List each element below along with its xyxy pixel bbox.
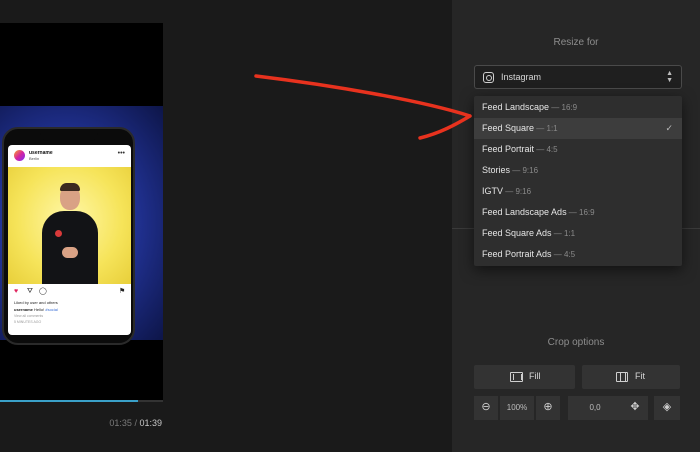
caption-tag: #social — [45, 307, 58, 312]
option-label: Feed Landscape — 16:9 — [482, 102, 577, 112]
option-name: Feed Portrait Ads — [482, 249, 552, 259]
person-hand — [62, 247, 78, 258]
format-dropdown[interactable]: Feed Landscape — 16:9 Feed Square — 1:1 ✓ F… — [474, 96, 682, 266]
option-name: Feed Square Ads — [482, 228, 552, 238]
divider — [682, 228, 700, 229]
option-ratio: — 16:9 — [549, 103, 578, 112]
progress-fill — [0, 400, 138, 402]
bookmark-icon: ⚑ — [119, 288, 126, 295]
option-ratio: — 1:1 — [534, 124, 558, 133]
preview-area: username Berlin ••• ♥ ⛛ ◯ ⚑ Liked by use… — [0, 0, 452, 452]
option-name: Feed Landscape — [482, 102, 550, 112]
dropdown-option[interactable]: Feed Square Ads — 1:1 — [474, 223, 682, 244]
post-image — [8, 167, 131, 284]
avatar — [14, 150, 25, 161]
video-canvas[interactable]: username Berlin ••• ♥ ⛛ ◯ ⚑ Liked by use… — [0, 23, 163, 401]
person-hair — [60, 183, 80, 191]
post-time: 5 MINUTES AGO — [14, 320, 42, 324]
timecode: 01:35 / 01:39 — [109, 418, 162, 428]
option-name: Stories — [482, 165, 511, 175]
instagram-icon — [483, 72, 494, 83]
dropdown-option[interactable]: Feed Landscape Ads — 16:9 — [474, 202, 682, 223]
instagram-post: username Berlin ••• ♥ ⛛ ◯ ⚑ Liked by use… — [8, 145, 131, 335]
dropdown-option[interactable]: IGTV — 9:16 — [474, 181, 682, 202]
fill-icon — [510, 372, 523, 382]
background-color-button[interactable]: ◈ — [654, 396, 680, 420]
zoom-in-icon: ⊕ — [543, 401, 553, 413]
fit-label: Fit — [635, 371, 645, 381]
move-icon: ✥ — [630, 401, 640, 413]
phone-mockup: username Berlin ••• ♥ ⛛ ◯ ⚑ Liked by use… — [2, 127, 135, 345]
check-icon: ✓ — [665, 123, 673, 133]
zoom-out-icon: ⊖ — [481, 401, 491, 413]
option-name: Feed Landscape Ads — [482, 207, 567, 217]
platform-select[interactable]: Instagram ▲ ▼ — [474, 65, 682, 89]
option-name: Feed Square — [482, 123, 535, 133]
post-caption: username Hello! #social — [14, 307, 58, 312]
fit-button[interactable]: Fit — [582, 365, 680, 389]
zoom-value: 100% — [506, 403, 528, 412]
post-likes: Liked by user and others — [14, 300, 58, 305]
dropdown-option[interactable]: Stories — 9:16 — [474, 160, 682, 181]
option-label: Feed Square Ads — 1:1 — [482, 228, 575, 238]
option-ratio: — 4:5 — [534, 145, 558, 154]
likes-text: Liked by user and others — [14, 300, 58, 305]
time-current: 01:35 — [109, 418, 132, 428]
option-label: Feed Landscape Ads — 16:9 — [482, 207, 595, 217]
option-name: Feed Portrait — [482, 144, 535, 154]
time-separator: / — [134, 418, 137, 428]
fit-icon — [616, 372, 628, 382]
dropdown-option[interactable]: Feed Square — 1:1 ✓ — [474, 118, 682, 139]
zoom-level[interactable]: 100% — [500, 396, 534, 420]
fill-label: Fill — [529, 371, 541, 381]
time-total: 01:39 — [139, 418, 162, 428]
phone-notch — [40, 129, 98, 141]
progress-bar[interactable] — [0, 400, 163, 402]
post-header: username Berlin ••• — [8, 145, 131, 167]
filter-icon: ⛛ — [27, 288, 33, 295]
heart-icon: ♥ — [14, 288, 19, 295]
option-label: Feed Portrait — 4:5 — [482, 144, 558, 154]
platform-label: Instagram — [501, 72, 542, 82]
option-label: Feed Square — 1:1 — [482, 123, 558, 133]
app-root: username Berlin ••• ♥ ⛛ ◯ ⚑ Liked by use… — [0, 0, 700, 452]
divider — [452, 228, 474, 229]
chevron-updown-icon: ▲ ▼ — [666, 70, 673, 84]
resize-title: Resize for — [553, 37, 599, 48]
fill-button[interactable]: Fill — [474, 365, 575, 389]
caption-username: username — [14, 307, 33, 312]
more-icon: ••• — [117, 150, 125, 157]
dropdown-option[interactable]: Feed Landscape — 16:9 — [474, 97, 682, 118]
option-name: IGTV — [482, 186, 504, 196]
dropdown-option[interactable]: Feed Portrait — 4:5 — [474, 139, 682, 160]
option-label: Stories — 9:16 — [482, 165, 538, 175]
option-ratio: — 9:16 — [503, 187, 532, 196]
position-field[interactable]: 0,0 — [568, 396, 622, 420]
post-actions: ♥ ⛛ ◯ ⚑ — [14, 287, 126, 297]
post-meta: View all comments — [14, 314, 44, 318]
zoom-in-button[interactable]: ⊕ — [536, 396, 560, 420]
person-badge — [55, 230, 62, 237]
option-ratio: — 1:1 — [551, 229, 576, 238]
caption-text: Hello! — [32, 307, 46, 312]
zoom-out-button[interactable]: ⊖ — [474, 396, 498, 420]
option-ratio: — 4:5 — [551, 250, 576, 259]
dropdown-option[interactable]: Feed Portrait Ads — 4:5 — [474, 244, 682, 265]
comment-icon: ◯ — [39, 288, 47, 295]
option-label: Feed Portrait Ads — 4:5 — [482, 249, 575, 259]
crop-title: Crop options — [547, 337, 605, 348]
position-value: 0,0 — [589, 403, 601, 412]
option-ratio: — 9:16 — [510, 166, 539, 175]
option-label: IGTV — 9:16 — [482, 186, 531, 196]
post-location: Berlin — [29, 156, 40, 161]
move-button[interactable]: ✥ — [622, 396, 648, 420]
option-ratio: — 16:9 — [566, 208, 595, 217]
paint-bucket-icon: ◈ — [662, 401, 672, 413]
